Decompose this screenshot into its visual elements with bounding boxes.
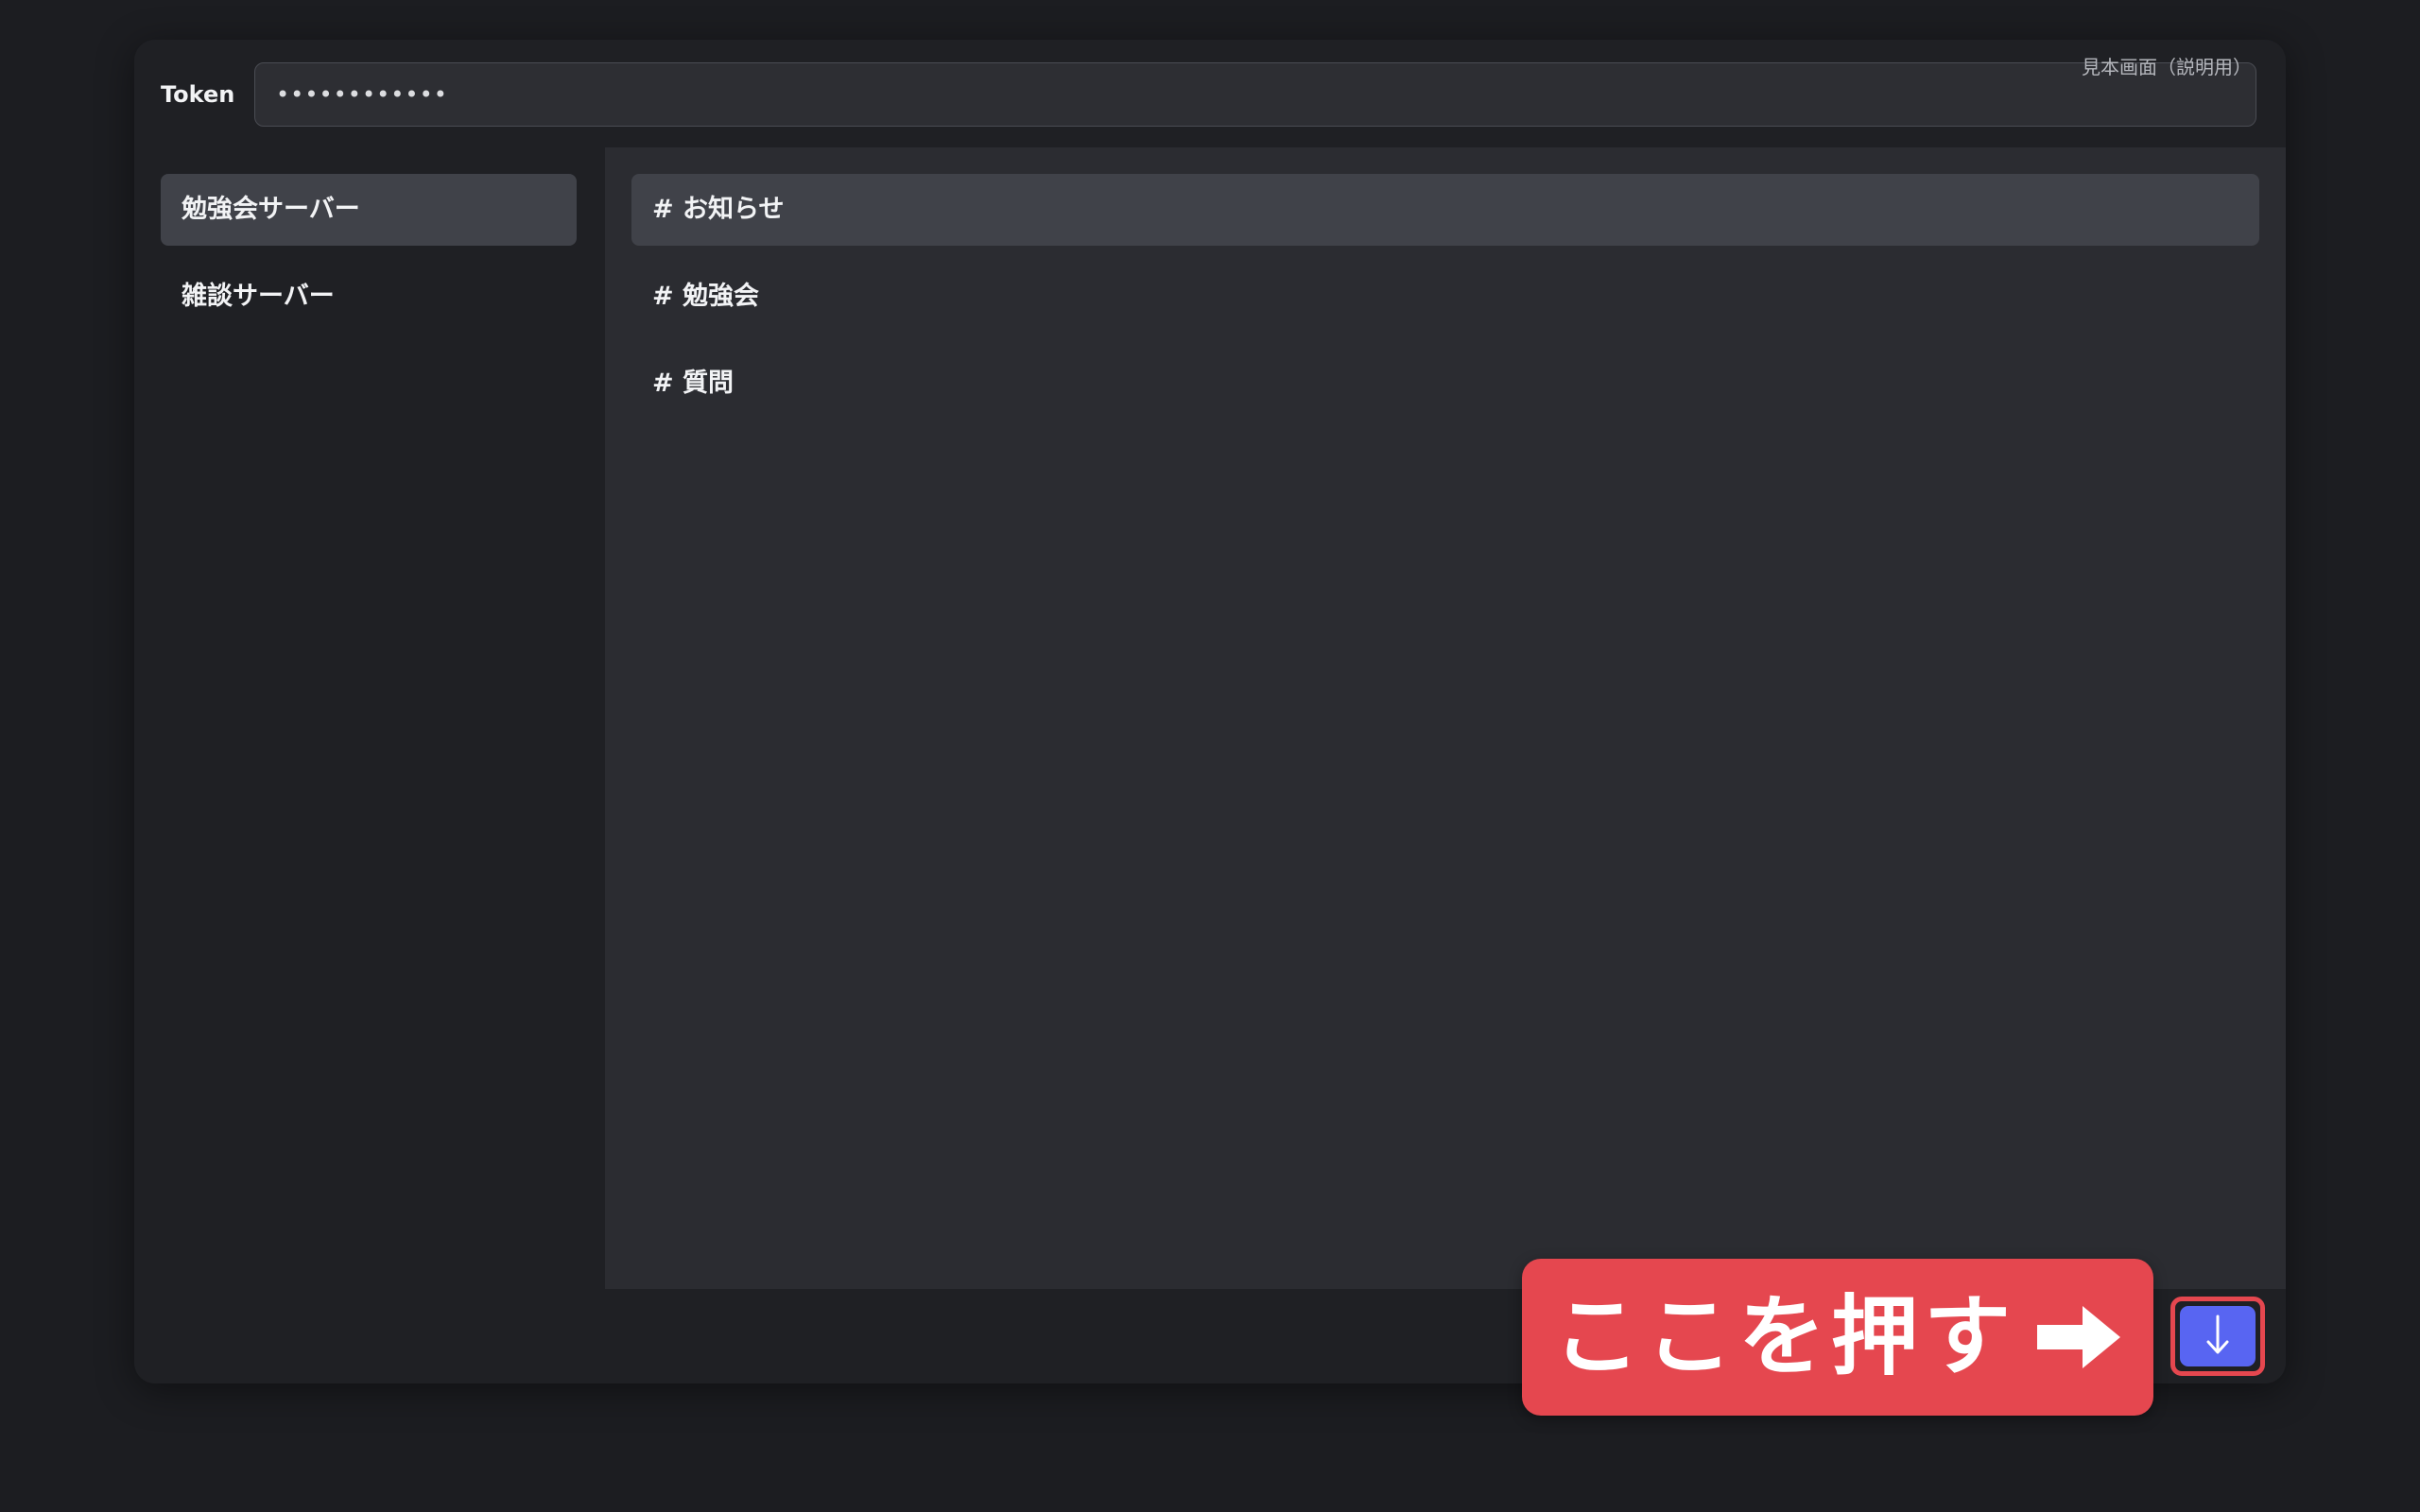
server-list: 勉強会サーバー 雑談サーバー bbox=[134, 147, 605, 1291]
sample-screen-label: 見本画面（説明用） bbox=[2082, 56, 2252, 78]
channel-item-announcements[interactable]: # お知らせ bbox=[631, 174, 2259, 246]
token-input[interactable]: •••••••••••• bbox=[254, 62, 2256, 127]
right-arrow-icon bbox=[2037, 1304, 2122, 1370]
channel-item-questions[interactable]: # 質問 bbox=[631, 348, 2259, 420]
app-window: Token •••••••••••• 見本画面（説明用） 勉強会サーバー 雑談サ… bbox=[134, 40, 2286, 1383]
token-bar: Token •••••••••••• 見本画面（説明用） bbox=[134, 40, 2286, 147]
server-item-study[interactable]: 勉強会サーバー bbox=[161, 174, 577, 246]
download-button[interactable] bbox=[2180, 1306, 2256, 1366]
server-item-chat[interactable]: 雑談サーバー bbox=[161, 261, 577, 333]
channel-item-study[interactable]: # 勉強会 bbox=[631, 261, 2259, 333]
token-label: Token bbox=[161, 81, 235, 108]
download-button-highlight bbox=[2170, 1297, 2265, 1376]
instruction-callout: ここを押す bbox=[1522, 1259, 2153, 1416]
down-arrow-icon bbox=[2204, 1314, 2232, 1359]
channel-list: # お知らせ # 勉強会 # 質問 bbox=[605, 147, 2286, 1289]
callout-text: ここを押す bbox=[1552, 1286, 2016, 1387]
